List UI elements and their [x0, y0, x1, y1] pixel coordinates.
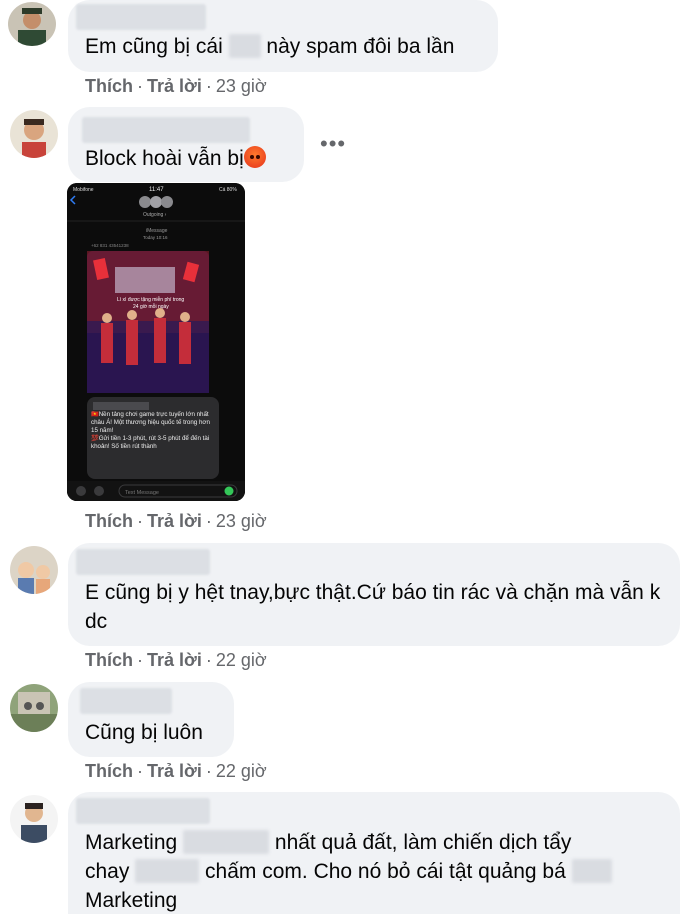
comment-actions: Thích · Trả lời · 22 giờ [85, 761, 267, 781]
like-button[interactable]: Thích [85, 650, 133, 670]
reply-button[interactable]: Trả lời [147, 650, 202, 670]
model-figure [179, 322, 191, 364]
sms-text: 🇻🇳Nền tảng chơi game trực tuyến lớn nhất… [91, 411, 210, 434]
sender-number: +62 831 43541238 [91, 243, 129, 248]
camera-icon [76, 486, 86, 496]
model-head [180, 312, 190, 322]
model-head [127, 310, 137, 320]
reply-button[interactable]: Trả lời [147, 76, 202, 96]
model-figure [154, 318, 166, 363]
comment-time[interactable]: 23 giờ [216, 76, 267, 96]
comment-text: Cũng bị luôn [85, 721, 203, 744]
carrier-label: Mobifone [73, 187, 94, 193]
avatar[interactable] [10, 795, 58, 843]
commenter-name[interactable] [82, 117, 250, 143]
more-options-icon[interactable]: ••• [320, 131, 346, 157]
comment-text: Em cũng bị cái này spam đôi ba lần [85, 34, 455, 58]
comment-time[interactable]: 22 giờ [216, 650, 267, 670]
comment-bubble: Block hoài vẫn bị [68, 107, 304, 182]
banner-text: 24 giờ mỗi ngày [133, 303, 169, 310]
comment-actions: Thích · Trả lời · 23 giờ [85, 76, 267, 96]
avatar[interactable] [10, 684, 58, 732]
redacted-text [93, 402, 149, 410]
message-input-placeholder: Text Message [125, 490, 159, 496]
contact-avatar [150, 196, 162, 208]
comment-bubble: Marketing nhất quả đất, làm chiến dịch t… [68, 792, 680, 914]
clock-label: 11:47 [149, 187, 164, 193]
app-store-icon [94, 486, 104, 496]
model-figure [101, 323, 113, 363]
model-head [155, 308, 165, 318]
service-label: iMessage [146, 228, 168, 234]
redacted-text [228, 34, 261, 58]
redacted-text [571, 859, 612, 883]
comment-text: Block hoài vẫn bị [85, 144, 266, 173]
comment-time[interactable]: 23 giờ [216, 511, 267, 531]
comment-actions: Thích · Trả lời · 22 giờ [85, 650, 267, 670]
avatar[interactable] [10, 110, 58, 158]
like-button[interactable]: Thích [85, 76, 133, 96]
comment-actions: Thích · Trả lời · 23 giờ [85, 511, 267, 531]
commenter-name[interactable] [80, 688, 172, 714]
redacted-text [135, 859, 200, 883]
attached-screenshot[interactable]: Mobifone 11:47 Cá 80% Outgoing › iMessag… [67, 183, 245, 501]
comment-time[interactable]: 22 giờ [216, 761, 267, 781]
model-figure [126, 320, 138, 365]
comment-text: E cũng bị y hệt tnay,bực thật.Cứ báo tin… [85, 581, 661, 633]
comment-bubble: Cũng bị luôn [68, 682, 234, 757]
reply-button[interactable]: Trả lời [147, 511, 202, 531]
date-label: Today 10:16 [143, 235, 168, 240]
like-button[interactable]: Thích [85, 761, 133, 781]
banner-text: Lì xì được tặng miễn phí trong [117, 296, 184, 303]
commenter-name[interactable] [76, 798, 210, 824]
contact-avatar [139, 196, 151, 208]
angry-face-icon [243, 146, 266, 168]
avatar[interactable] [8, 2, 56, 46]
send-icon [224, 486, 234, 496]
commenter-name[interactable] [76, 4, 206, 30]
battery-label: Cá 80% [219, 187, 237, 193]
outgoing-label: Outgoing › [143, 212, 167, 218]
commenter-name[interactable] [76, 549, 210, 575]
contact-avatar [161, 196, 173, 208]
avatar[interactable] [10, 546, 58, 594]
like-button[interactable]: Thích [85, 511, 133, 531]
comment-text: Marketing nhất quả đất, làm chiến dịch t… [85, 828, 670, 915]
redacted-logo [115, 267, 175, 293]
sms-text: 💯Gửi tiền 1-3 phút, rút 3-5 phút để đến … [91, 435, 210, 450]
comment-bubble: E cũng bị y hệt tnay,bực thật.Cứ báo tin… [68, 543, 680, 646]
model-head [102, 313, 112, 323]
redacted-text [183, 830, 270, 854]
comment-bubble: Em cũng bị cái này spam đôi ba lần [68, 0, 498, 72]
reply-button[interactable]: Trả lời [147, 761, 202, 781]
